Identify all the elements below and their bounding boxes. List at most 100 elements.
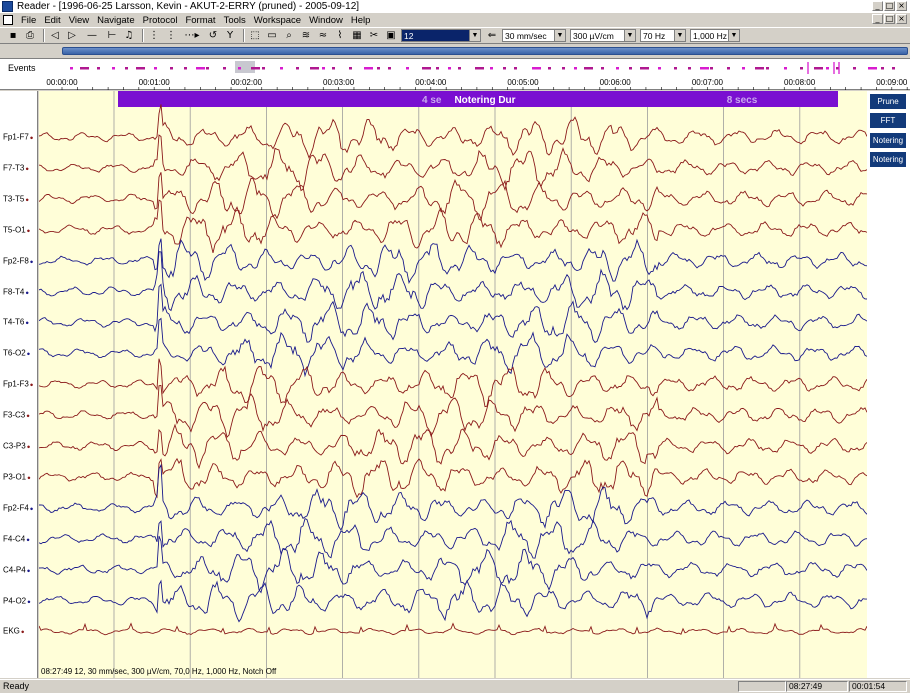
cut-icon[interactable]: ✂ bbox=[367, 29, 381, 43]
channel-dot-icon: ● bbox=[27, 599, 31, 605]
notering-button-2[interactable]: Notering bbox=[870, 152, 906, 167]
channel-dot-icon: ● bbox=[29, 506, 34, 513]
channel-label[interactable]: T5-O1● bbox=[3, 225, 30, 234]
svg-text:Notering Dur: Notering Dur bbox=[454, 95, 515, 106]
undo-icon[interactable]: ↺ bbox=[206, 29, 220, 43]
chevron-down-icon: ▼ bbox=[624, 30, 635, 41]
channel-dot-icon: ● bbox=[29, 135, 34, 142]
channel-label[interactable]: Fp2-F8● bbox=[3, 256, 33, 265]
events-row: Events bbox=[0, 58, 910, 76]
select-rect-icon[interactable]: ⬚ bbox=[248, 29, 262, 43]
channel-labels: Fp1-F7● F7-T3● T3-T5● T5-O1● Fp2-F8● F8-T4● T4… bbox=[0, 91, 38, 678]
channel-label[interactable]: C3-P3● bbox=[3, 442, 30, 451]
toolbar: ▪ ⎙ ◁ ▷ — ⊢ ♫ ⋮ ⋮ ⋯▸ ↺ Y ⬚ ▭ ⌕ ≋ ≈ ⌇ ▦ ✂… bbox=[0, 27, 910, 44]
channel-label[interactable]: T6-O2● bbox=[3, 349, 30, 358]
overview-scrollbar[interactable] bbox=[0, 45, 910, 57]
stack-icon[interactable]: ≋ bbox=[299, 29, 313, 43]
montage-select[interactable]: 12 ▼ bbox=[401, 29, 481, 42]
music-note-icon[interactable]: ♫ bbox=[122, 29, 136, 43]
arrow-left-icon[interactable]: ⇐ bbox=[485, 29, 499, 43]
line-tool-icon[interactable]: — bbox=[82, 29, 102, 43]
chevron-down-icon: ▼ bbox=[674, 30, 685, 41]
channel-label[interactable]: C4-P4● bbox=[3, 565, 30, 574]
calculator-icon[interactable]: ▦ bbox=[350, 29, 364, 43]
eeg-trace bbox=[39, 463, 867, 531]
status-ready: Ready bbox=[3, 681, 30, 691]
channel-dot-icon: ● bbox=[26, 228, 31, 235]
montage-icon[interactable]: ▣ bbox=[384, 29, 398, 43]
menu-protocol[interactable]: Protocol bbox=[139, 15, 182, 26]
menu-navigate[interactable]: Navigate bbox=[93, 15, 139, 26]
eeg-plot[interactable]: 4 se Notering Dur 8 secs 08:27:49 12, 30 m… bbox=[39, 91, 867, 678]
notering-button[interactable]: Notering bbox=[870, 133, 906, 148]
eeg-trace bbox=[39, 134, 867, 192]
page-forward-icon[interactable]: ▷ bbox=[65, 29, 79, 43]
save-icon[interactable]: ▪ bbox=[6, 29, 20, 43]
status-panel-empty bbox=[738, 681, 786, 692]
menu-window[interactable]: Window bbox=[305, 15, 347, 26]
eeg-traces[interactable]: 4 se Notering Dur 8 secs bbox=[39, 91, 867, 678]
page-back-icon[interactable]: ◁ bbox=[48, 29, 62, 43]
cursor-line-icon[interactable]: ⊢ bbox=[105, 29, 119, 43]
status-bar: Ready 08:27:49 00:01:54 bbox=[0, 679, 910, 693]
menu-workspace[interactable]: Workspace bbox=[250, 15, 305, 26]
channel-dot-icon: ● bbox=[25, 166, 29, 173]
channel-label[interactable]: T3-T5● bbox=[3, 194, 29, 203]
sensitivity-select[interactable]: 300 µV/cm ▼ bbox=[570, 29, 636, 42]
status-elapsed: 00:01:54 bbox=[849, 681, 907, 692]
fft-button[interactable]: FFT bbox=[870, 113, 906, 128]
channel-label[interactable]: F3-C3● bbox=[3, 411, 30, 420]
events-track[interactable] bbox=[0, 59, 910, 77]
prune-button[interactable]: Prune bbox=[870, 94, 906, 109]
channel-label[interactable]: Fp1-F7● bbox=[3, 133, 33, 142]
chevron-down-icon: ▼ bbox=[728, 30, 739, 41]
channel-dot-icon: ● bbox=[25, 197, 29, 204]
channel-label[interactable]: T4-T6● bbox=[3, 318, 29, 327]
channel-label[interactable]: F7-T3● bbox=[3, 163, 29, 172]
menu-view[interactable]: View bbox=[65, 15, 93, 26]
close-button[interactable]: × bbox=[896, 1, 907, 11]
channel-label[interactable]: Fp1-F3● bbox=[3, 380, 33, 389]
menu-tools[interactable]: Tools bbox=[220, 15, 250, 26]
channel-label[interactable]: F8-T4● bbox=[3, 287, 29, 296]
channel-dot-icon: ● bbox=[26, 413, 30, 420]
dotted-arrow-icon[interactable]: ⋯▸ bbox=[181, 29, 203, 43]
channel-label[interactable]: EKG● bbox=[3, 627, 25, 636]
zoom-icon[interactable]: ⌕ bbox=[282, 29, 296, 43]
maximize-button[interactable]: □ bbox=[884, 1, 895, 11]
channel-label[interactable]: P4-O2● bbox=[3, 596, 31, 605]
time-ruler[interactable]: 00:00:00 00:01:00 00:02:00 00:03:00 00:04:00… bbox=[0, 76, 910, 90]
channel-label[interactable]: P3-O1● bbox=[3, 472, 31, 481]
plot-info-text: 08:27:49 12, 30 mm/sec, 300 µV/cm, 70,0 … bbox=[41, 667, 277, 676]
menu-format[interactable]: Format bbox=[181, 15, 219, 26]
channel-label[interactable]: F4-C4● bbox=[3, 534, 30, 543]
minimize-button[interactable]: _ bbox=[872, 1, 883, 11]
child-minimize-button[interactable]: _ bbox=[872, 14, 883, 24]
menu-help[interactable]: Help bbox=[347, 15, 375, 26]
side-panel: Prune FFT Notering Notering bbox=[867, 91, 910, 678]
overview-scroll-thumb[interactable] bbox=[62, 47, 908, 55]
eeg-trace bbox=[39, 238, 867, 284]
menu-edit[interactable]: Edit bbox=[40, 15, 64, 26]
child-restore-button[interactable]: □ bbox=[884, 14, 895, 24]
channel-label[interactable]: Fp2-F4● bbox=[3, 503, 33, 512]
app-icon bbox=[2, 1, 13, 12]
print-icon[interactable]: ⎙ bbox=[23, 29, 37, 43]
svg-text:4 se: 4 se bbox=[422, 95, 442, 106]
filter-icon[interactable]: Y bbox=[223, 29, 237, 43]
vertical-marker-icon[interactable]: ⋮ bbox=[147, 29, 161, 43]
rect-icon[interactable]: ▭ bbox=[265, 29, 279, 43]
wave-icon[interactable]: ≈ bbox=[316, 29, 330, 43]
waveform-icon[interactable]: ⌇ bbox=[333, 29, 347, 43]
speed-select[interactable]: 30 mm/sec ▼ bbox=[502, 29, 566, 42]
lf-filter-select[interactable]: 1,000 Hz ▼ bbox=[690, 29, 740, 42]
menu-file[interactable]: File bbox=[17, 15, 40, 26]
child-close-button[interactable]: × bbox=[896, 14, 907, 24]
eeg-trace bbox=[39, 172, 867, 221]
chevron-down-icon: ▼ bbox=[554, 30, 565, 41]
reader-window: Reader - [1996-06-25 Larsson, Kevin - AK… bbox=[0, 0, 910, 693]
channel-dot-icon: ● bbox=[26, 537, 30, 544]
channel-dot-icon: ● bbox=[29, 382, 34, 389]
vertical-marker-2-icon[interactable]: ⋮ bbox=[164, 29, 178, 43]
hf-filter-select[interactable]: 70 Hz ▼ bbox=[640, 29, 686, 42]
